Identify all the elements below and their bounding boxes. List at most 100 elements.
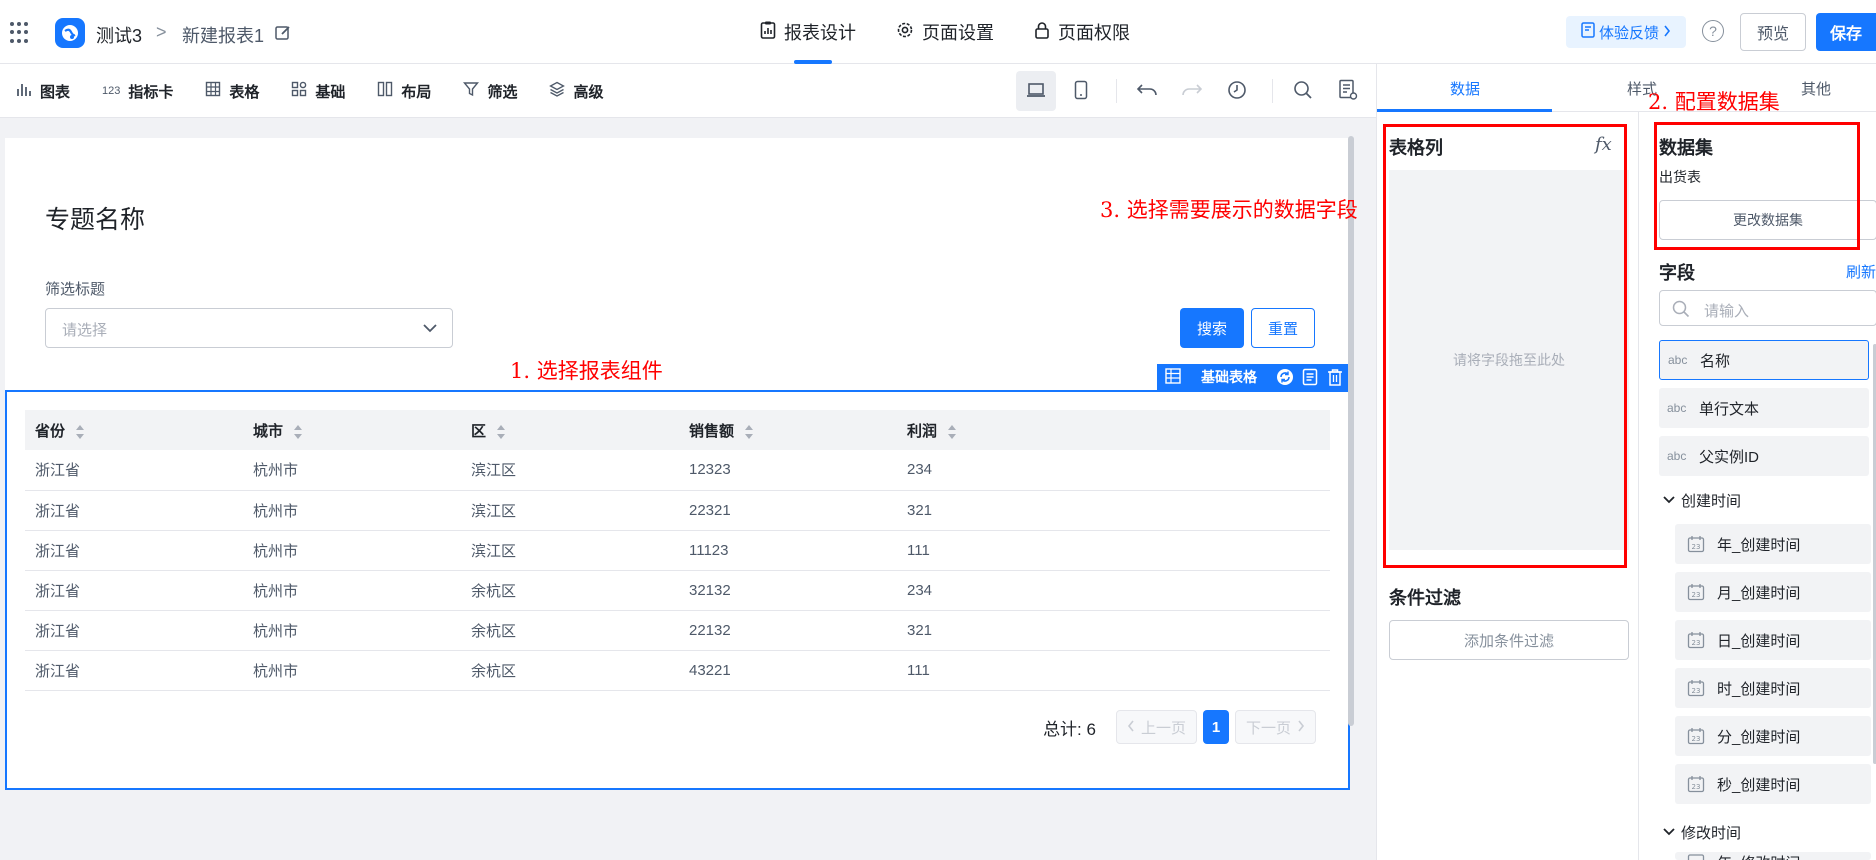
main-tabs: 报表设计 页面设置 页面权限 [760,0,1130,64]
page-number-button[interactable]: 1 [1202,710,1229,744]
table-cell: 浙江省 [25,490,243,531]
table-row: 浙江省 杭州市 滨江区 22321 321 [25,490,1330,531]
svg-text:23: 23 [1692,783,1701,791]
field-item[interactable]: abc 单行文本 [1659,388,1869,428]
total-count: 总计: 6 [1043,719,1096,739]
history-button[interactable] [1217,71,1257,111]
layout-icon [377,81,393,101]
undo-button[interactable] [1127,71,1167,111]
table-cell: 32132 [679,570,897,611]
search-button[interactable] [1283,71,1323,111]
add-condition-button[interactable]: 添加条件过滤 [1389,620,1629,660]
sort-icon[interactable] [293,424,303,440]
desktop-view-button[interactable] [1016,71,1056,111]
group-name: 创建时间 [1681,493,1742,510]
copy-icon[interactable] [1301,368,1319,386]
toolbar-layout[interactable]: 布局 [377,81,431,102]
date-field-item[interactable]: 23 月_创建时间 [1675,572,1871,612]
filter-select[interactable]: 请选择 [45,308,453,348]
sort-icon[interactable] [75,424,85,440]
field-search-input[interactable]: 请输入 [1659,290,1876,326]
toolbar-chart[interactable]: 图表 [16,81,70,102]
page-header-card: 专题名称 筛选标题 请选择 搜索 重置 [5,138,1350,390]
gear-icon [896,21,914,44]
date-field-item[interactable]: 23 日_创建时间 [1675,620,1871,660]
table-cell: 321 [897,490,1330,531]
column-header[interactable]: 城市 [243,410,461,450]
help-icon[interactable]: ? [1702,20,1724,42]
column-header[interactable]: 省份 [25,410,243,450]
grid-icon [291,81,307,101]
tab-page-permission[interactable]: 页面权限 [1034,0,1130,64]
tab-report-design[interactable]: 报表设计 [760,0,856,64]
svg-text:23: 23 [1692,639,1701,647]
field-name: 时_创建时间 [1717,680,1801,698]
basic-table-widget[interactable]: 省份 城市 区 销售额 利润 浙江省 杭州市 滨江区 12323 234 浙江省 杭州市滨… [5,390,1350,790]
sort-icon[interactable] [947,424,957,440]
search-button[interactable]: 搜索 [1180,308,1244,348]
refresh-icon[interactable] [1276,368,1294,386]
tab-data[interactable]: 数据 [1450,78,1480,99]
field-item[interactable]: abc 名称 [1659,340,1869,380]
table-cell: 22321 [679,490,897,531]
edit-icon[interactable] [274,24,292,45]
toolbar-label: 图表 [40,83,71,101]
toolbar-label: 指标卡 [128,83,174,101]
annotation-step-3: 3. 选择需要展示的数据字段 [1100,198,1358,222]
refresh-fields-link[interactable]: 刷新 [1846,261,1876,282]
canvas-scrollbar[interactable] [1348,136,1354,726]
page-settings-button[interactable] [1328,71,1368,111]
tab-other[interactable]: 其他 [1801,78,1831,99]
column-header[interactable]: 区 [461,410,679,450]
tab-label: 页面权限 [1058,23,1130,43]
fields-title: 字段 [1659,263,1695,283]
column-header-label: 区 [471,422,487,440]
table-cell: 余杭区 [461,650,679,691]
mobile-view-button[interactable] [1061,71,1101,111]
redo-button[interactable] [1172,71,1212,111]
toolbar-metric-card[interactable]: 123 指标卡 [102,81,173,102]
preview-button[interactable]: 预览 [1740,13,1806,51]
toolbar-filter[interactable]: 筛选 [463,81,517,102]
sort-icon[interactable] [744,424,754,440]
condition-title: 条件过滤 [1389,588,1461,608]
toolbar-advanced[interactable]: 高级 [549,81,603,102]
date-field-item[interactable]: 23 年_创建时间 [1675,524,1871,564]
table-cell: 22132 [679,610,897,651]
delete-icon[interactable] [1326,368,1344,386]
column-header[interactable]: 利润 [897,410,1330,450]
save-button[interactable]: 保存 [1816,13,1876,51]
field-group-toggle[interactable]: 修改时间 [1663,822,1741,843]
column-header-label: 城市 [253,422,284,440]
date-field-item[interactable]: 23 秒_创建时间 [1675,764,1871,804]
chevron-down-icon [422,321,438,337]
breadcrumb-chevron-icon: > [156,22,167,42]
topic-title[interactable]: 专题名称 [45,200,145,236]
reset-button[interactable]: 重置 [1251,308,1315,348]
table-cell: 杭州市 [243,530,461,571]
next-page-button[interactable]: 下一页 [1234,710,1316,744]
feedback-button[interactable]: 体验反馈 [1566,16,1686,48]
svg-text:23: 23 [1692,591,1701,599]
tab-label: 页面设置 [922,23,994,43]
tab-page-settings[interactable]: 页面设置 [896,0,994,64]
table-icon [205,81,221,101]
breadcrumb-app-name[interactable]: 测试3 [96,22,142,48]
calendar-icon: 23 [1675,631,1717,649]
toolbar-basic[interactable]: 基础 [291,81,345,102]
table-header-row: 省份 城市 区 销售额 利润 [25,410,1330,450]
prev-page-button[interactable]: 上一页 [1115,710,1197,744]
bar-chart-icon [16,81,32,101]
apps-grid-icon[interactable] [10,22,32,44]
sort-icon[interactable] [496,424,506,440]
field-group-toggle[interactable]: 创建时间 [1663,490,1741,511]
field-name: 年_创建时间 [1717,536,1801,554]
toolbar-table[interactable]: 表格 [205,81,259,102]
date-field-item[interactable]: 23 时_创建时间 [1675,668,1871,708]
date-field-item[interactable]: 年_修改时间 [1675,852,1871,860]
calendar-icon: 23 [1675,535,1717,553]
column-header[interactable]: 销售额 [679,410,897,450]
date-field-item[interactable]: 23 分_创建时间 [1675,716,1871,756]
table-row: 浙江省 杭州市 滨江区 11123 111 [25,530,1330,571]
field-item[interactable]: abc 父实例ID [1659,436,1869,476]
